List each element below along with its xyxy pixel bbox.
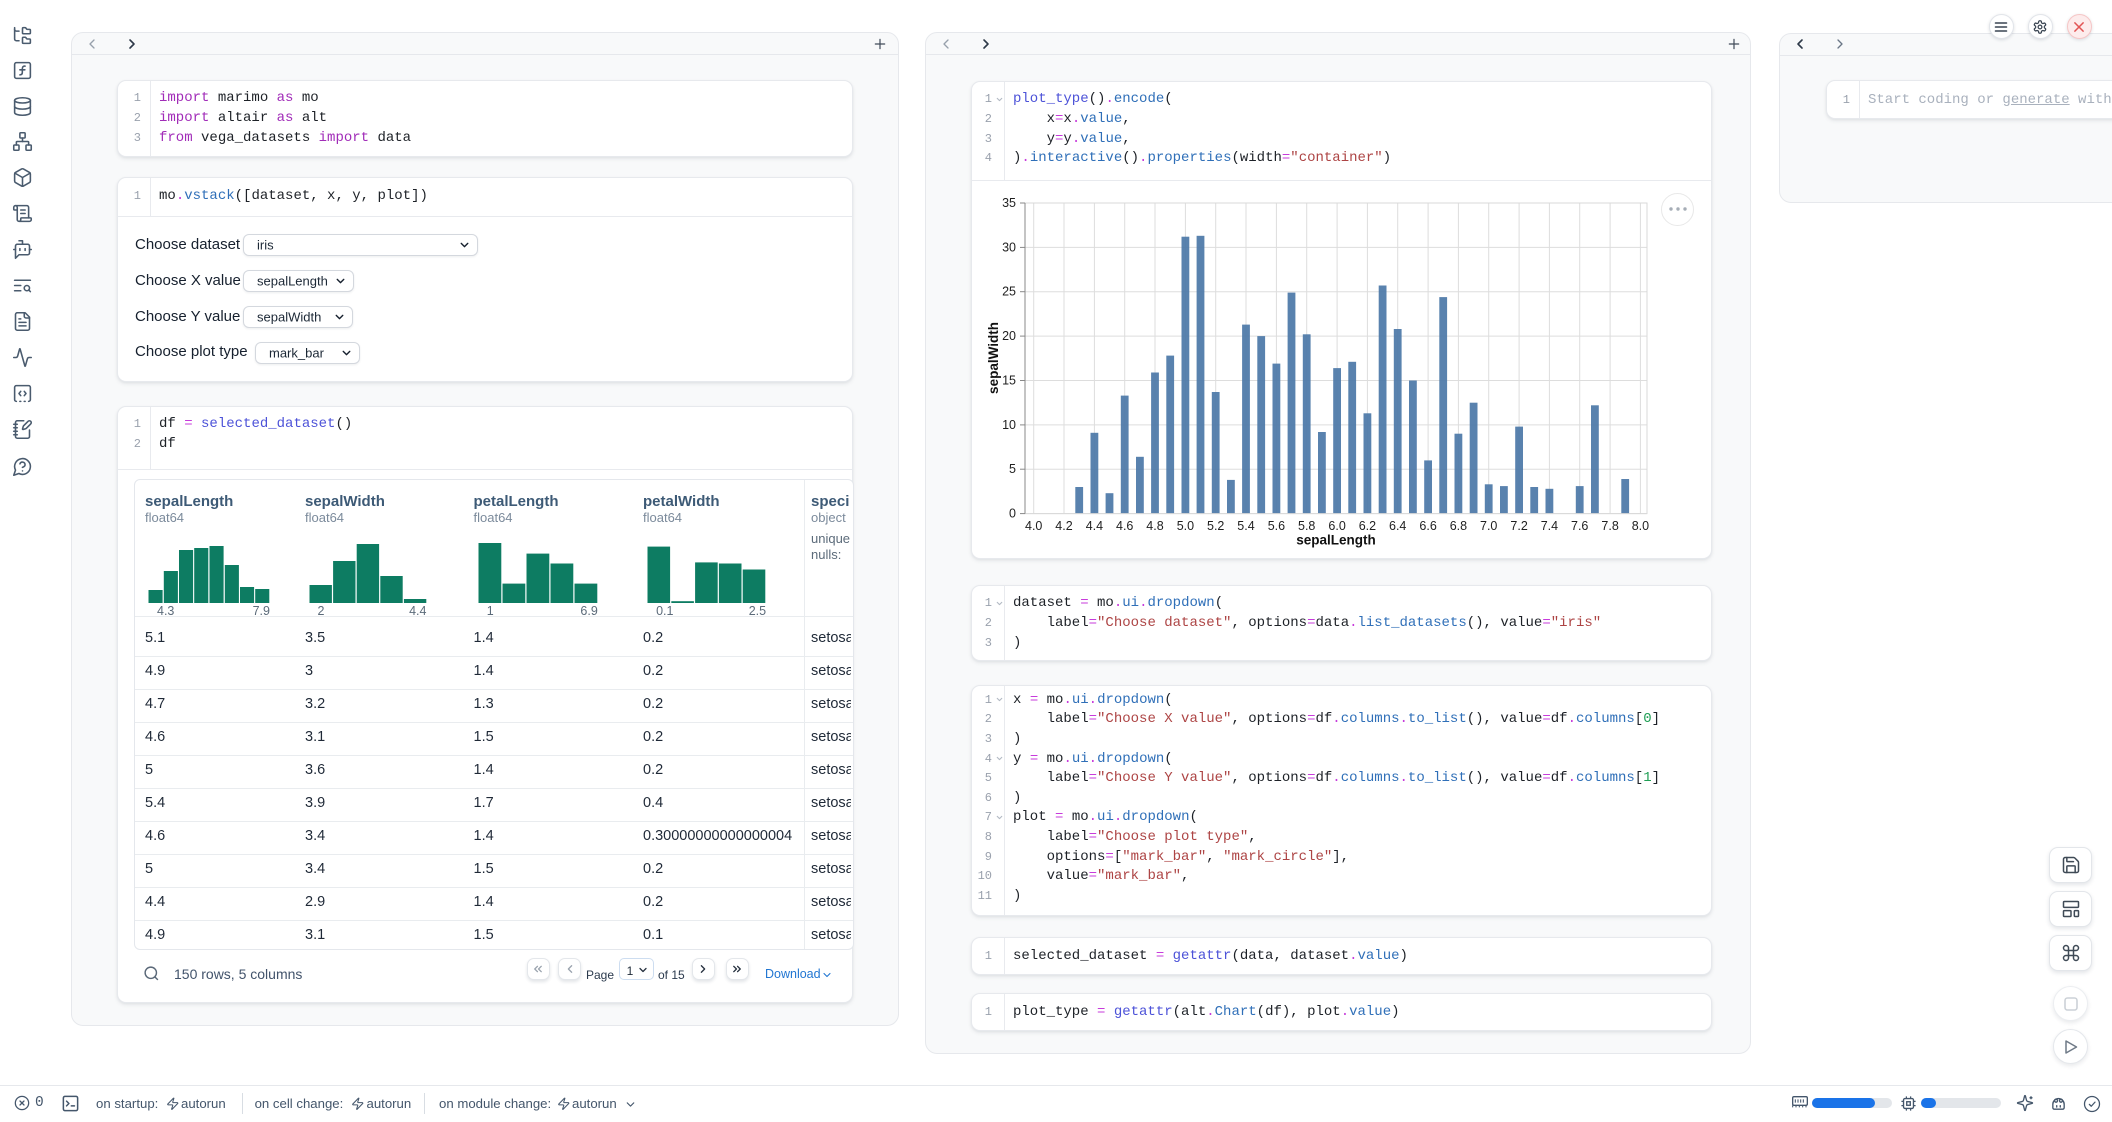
svg-text:5: 5 xyxy=(1009,462,1016,476)
svg-text:5.2: 5.2 xyxy=(1207,519,1224,533)
svg-text:5.8: 5.8 xyxy=(1298,519,1315,533)
svg-text:sepalWidth: sepalWidth xyxy=(986,322,1001,394)
svg-text:7.8: 7.8 xyxy=(1601,519,1618,533)
svg-text:7.2: 7.2 xyxy=(1510,519,1527,533)
svg-text:6.0: 6.0 xyxy=(1328,519,1345,533)
svg-text:20: 20 xyxy=(1002,329,1016,343)
svg-text:4.2: 4.2 xyxy=(1055,519,1072,533)
svg-text:7.4: 7.4 xyxy=(1541,519,1558,533)
svg-text:7.0: 7.0 xyxy=(1480,519,1497,533)
svg-text:4.8: 4.8 xyxy=(1146,519,1163,533)
svg-text:4.6: 4.6 xyxy=(1116,519,1133,533)
svg-text:0: 0 xyxy=(1009,507,1016,521)
svg-text:35: 35 xyxy=(1002,196,1016,210)
svg-text:6.2: 6.2 xyxy=(1359,519,1376,533)
svg-text:5.4: 5.4 xyxy=(1237,519,1254,533)
svg-text:15: 15 xyxy=(1002,374,1016,388)
svg-text:5.0: 5.0 xyxy=(1177,519,1194,533)
svg-text:30: 30 xyxy=(1002,241,1016,255)
svg-text:6.6: 6.6 xyxy=(1419,519,1436,533)
svg-text:10: 10 xyxy=(1002,418,1016,432)
svg-text:4.4: 4.4 xyxy=(1086,519,1103,533)
svg-text:7.6: 7.6 xyxy=(1571,519,1588,533)
svg-text:sepalLength: sepalLength xyxy=(1296,533,1376,548)
svg-text:4.0: 4.0 xyxy=(1025,519,1042,533)
svg-text:8.0: 8.0 xyxy=(1632,519,1649,533)
svg-text:5.6: 5.6 xyxy=(1268,519,1285,533)
svg-text:6.4: 6.4 xyxy=(1389,519,1406,533)
svg-text:25: 25 xyxy=(1002,285,1016,299)
svg-text:6.8: 6.8 xyxy=(1450,519,1467,533)
